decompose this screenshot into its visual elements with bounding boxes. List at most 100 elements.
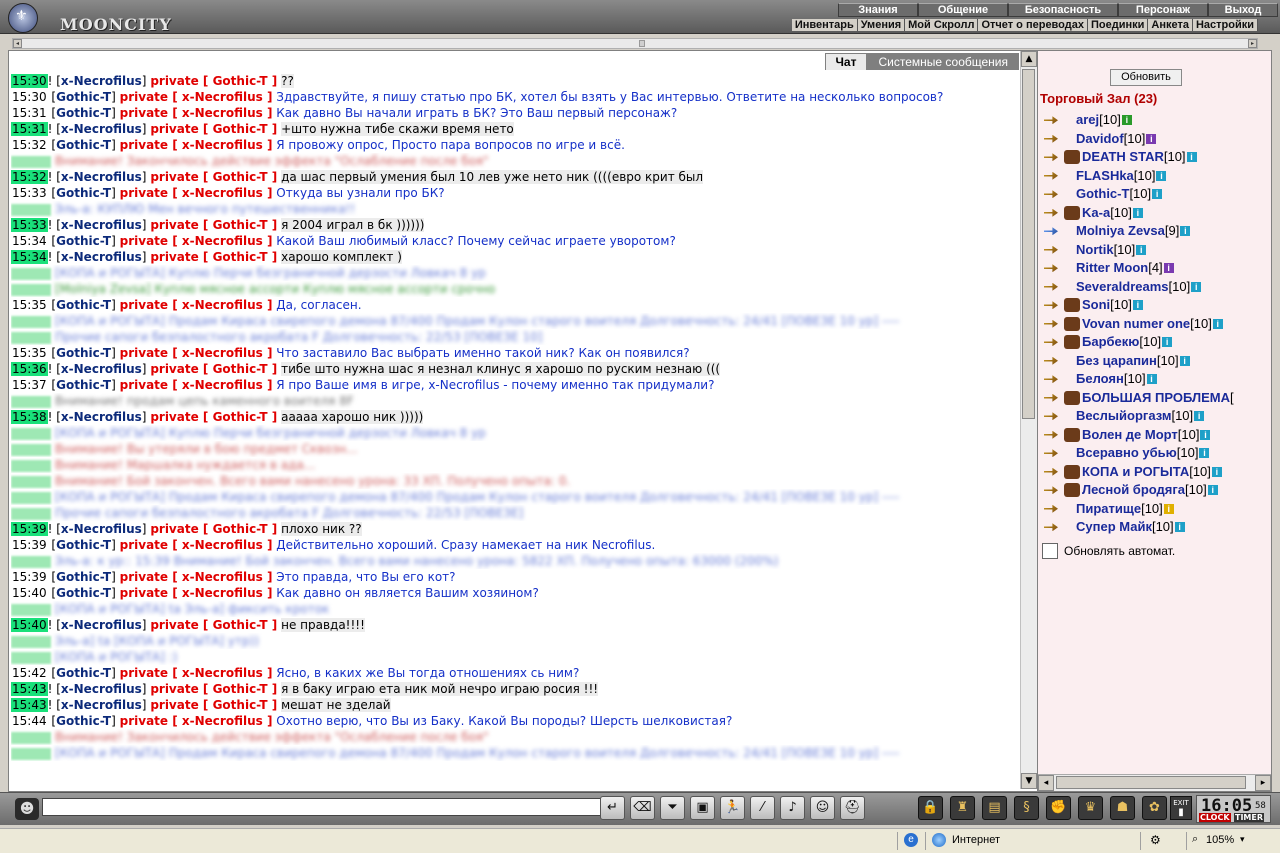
recipient-name[interactable]: x-Necrofilus	[182, 538, 263, 552]
exit-button[interactable]: EXIT ▮	[1170, 796, 1192, 820]
info-icon[interactable]: i	[1200, 429, 1211, 440]
tab-chat[interactable]: Чат	[824, 53, 868, 70]
recipient-name[interactable]: x-Necrofilus	[182, 586, 263, 600]
recipient-name[interactable]: x-Necrofilus	[182, 666, 263, 680]
recipient-name[interactable]: Gothic-T	[213, 410, 268, 424]
private-recipient[interactable]: private [ Gothic-T ]	[150, 698, 277, 712]
user-list-item[interactable]: Nortik [10] i	[1042, 241, 1271, 260]
sender-name[interactable]: x-Necrofilus	[61, 362, 142, 376]
user-list-item[interactable]: Барбекю [10] i	[1042, 333, 1271, 352]
recipient-name[interactable]: Gothic-T	[213, 74, 268, 88]
auto-refresh-checkbox[interactable]	[1042, 543, 1058, 559]
message-timestamp[interactable]: 15:30	[11, 90, 48, 104]
user-list-item[interactable]: DEATH STAR [10] i	[1042, 148, 1271, 167]
private-recipient[interactable]: private [ x-Necrofilus ]	[120, 346, 273, 360]
user-list-item[interactable]: Gothic-T [10] i	[1042, 185, 1271, 204]
sender-nick[interactable]: [Gothic-T]	[51, 666, 115, 680]
sender-nick[interactable]: [Gothic-T]	[51, 586, 115, 600]
eraser-icon[interactable]: ⌫	[630, 796, 655, 820]
lock-icon[interactable]: 🔒	[918, 796, 943, 820]
ie-compat-icon[interactable]: e	[904, 833, 918, 847]
user-name[interactable]: Ritter Moon	[1076, 259, 1148, 277]
user-name[interactable]: Без царапин	[1076, 352, 1157, 370]
private-message-arrow-icon[interactable]	[1042, 372, 1062, 386]
user-name[interactable]: Ka-a	[1082, 204, 1110, 222]
private-recipient[interactable]: private [ x-Necrofilus ]	[120, 538, 273, 552]
private-message-arrow-icon[interactable]	[1042, 224, 1062, 238]
user-list-item[interactable]: Пиратище [10] i	[1042, 500, 1271, 519]
recipient-name[interactable]: Gothic-T	[213, 362, 268, 376]
user-name[interactable]: Барбекю	[1082, 333, 1139, 351]
user-list-item[interactable]: КОПА и РОГЫТА [10] i	[1042, 463, 1271, 482]
user-list-item[interactable]: Severaldreams [10] i	[1042, 278, 1271, 297]
sender-nick[interactable]: [x-Necrofilus]	[56, 410, 146, 424]
private-recipient[interactable]: private [ x-Necrofilus ]	[120, 298, 273, 312]
user-list-item[interactable]: Soni [10] i	[1042, 296, 1271, 315]
user-list-item[interactable]: Vovan numer one [10] i	[1042, 315, 1271, 334]
info-icon[interactable]: i	[1152, 189, 1163, 200]
scroll-down-icon[interactable]: ▼	[1021, 773, 1037, 789]
submenu-item-settings[interactable]: Настройки	[1192, 19, 1258, 31]
user-list-item[interactable]: Лесной бродяга [10] i	[1042, 481, 1271, 500]
clan-badge-icon[interactable]	[1064, 298, 1080, 313]
smiley-icon[interactable]: ☺	[810, 796, 835, 820]
private-message-arrow-icon[interactable]	[1042, 465, 1062, 479]
sender-name[interactable]: x-Necrofilus	[61, 74, 142, 88]
private-recipient[interactable]: private [ Gothic-T ]	[150, 170, 277, 184]
info-icon[interactable]: i	[1146, 374, 1157, 385]
private-recipient[interactable]: private [ Gothic-T ]	[150, 410, 277, 424]
save-disk-icon[interactable]: ▣	[690, 796, 715, 820]
user-list-item[interactable]: БОЛЬШАЯ ПРОБЛЕМА[	[1042, 389, 1271, 408]
sender-name[interactable]: Gothic-T	[56, 666, 111, 680]
sender-nick[interactable]: [x-Necrofilus]	[56, 362, 146, 376]
user-list-item[interactable]: Molniya Zevsa [9] i	[1042, 222, 1271, 241]
message-timestamp[interactable]: 15:34	[11, 234, 48, 248]
sender-name[interactable]: Gothic-T	[56, 138, 111, 152]
submenu-item-fights[interactable]: Поединки	[1087, 19, 1149, 31]
private-recipient[interactable]: private [ x-Necrofilus ]	[120, 90, 273, 104]
private-message-arrow-icon[interactable]	[1042, 187, 1062, 201]
chat-scrollbar[interactable]: ▲ ▼	[1020, 51, 1037, 789]
private-message-arrow-icon[interactable]	[1042, 354, 1062, 368]
user-name[interactable]: Gothic-T	[1076, 185, 1129, 203]
info-icon[interactable]: i	[1179, 355, 1190, 366]
user-name[interactable]: Всеравно убью	[1076, 444, 1177, 462]
message-timestamp[interactable]: 15:31	[11, 106, 48, 120]
users-hscrollbar[interactable]: ◂ ▸	[1038, 774, 1271, 791]
user-name[interactable]: Severaldreams	[1076, 278, 1169, 296]
clan-badge-icon[interactable]	[1064, 205, 1080, 220]
info-icon[interactable]: i	[1180, 226, 1191, 237]
recipient-name[interactable]: Gothic-T	[213, 218, 268, 232]
sender-name[interactable]: Gothic-T	[56, 346, 111, 360]
user-name[interactable]: Nortik	[1076, 241, 1114, 259]
private-message-arrow-icon[interactable]	[1042, 150, 1062, 164]
sender-nick[interactable]: [x-Necrofilus]	[56, 170, 146, 184]
chevron-down-icon[interactable]: ▾	[1240, 834, 1245, 845]
message-timestamp[interactable]: 15:32	[11, 170, 48, 184]
info-icon[interactable]: i	[1121, 115, 1132, 126]
user-list-item[interactable]: Ritter Moon [4] i	[1042, 259, 1271, 278]
info-icon[interactable]: i	[1191, 281, 1202, 292]
sender-nick[interactable]: [x-Necrofilus]	[56, 250, 146, 264]
private-message-arrow-icon[interactable]	[1042, 335, 1062, 349]
private-recipient[interactable]: private [ x-Necrofilus ]	[120, 138, 273, 152]
clan-badge-icon[interactable]	[1064, 464, 1080, 479]
private-recipient[interactable]: private [ Gothic-T ]	[150, 618, 277, 632]
message-timestamp[interactable]: 15:43	[11, 698, 48, 712]
message-timestamp[interactable]: 15:36	[11, 362, 48, 376]
user-list-item[interactable]: arej [10] i	[1042, 111, 1271, 130]
scroll-right-icon[interactable]: ▸	[1255, 775, 1271, 791]
send-enter-icon[interactable]: ↵	[600, 796, 625, 820]
sender-nick[interactable]: [Gothic-T]	[51, 298, 115, 312]
sender-nick[interactable]: [x-Necrofilus]	[56, 522, 146, 536]
timer-button[interactable]: TIMER	[1234, 813, 1265, 822]
sender-name[interactable]: x-Necrofilus	[61, 522, 142, 536]
user-name[interactable]: КОПА и РОГЫТА	[1082, 463, 1189, 481]
menu-item-character[interactable]: Персонаж	[1118, 3, 1208, 17]
recipient-name[interactable]: Gothic-T	[213, 522, 268, 536]
recipient-name[interactable]: Gothic-T	[213, 122, 268, 136]
recipient-name[interactable]: Gothic-T	[213, 698, 268, 712]
menu-item-knowledge[interactable]: Знания	[838, 3, 918, 17]
user-name[interactable]: Супер Майк	[1076, 518, 1152, 536]
sender-name[interactable]: x-Necrofilus	[61, 218, 142, 232]
